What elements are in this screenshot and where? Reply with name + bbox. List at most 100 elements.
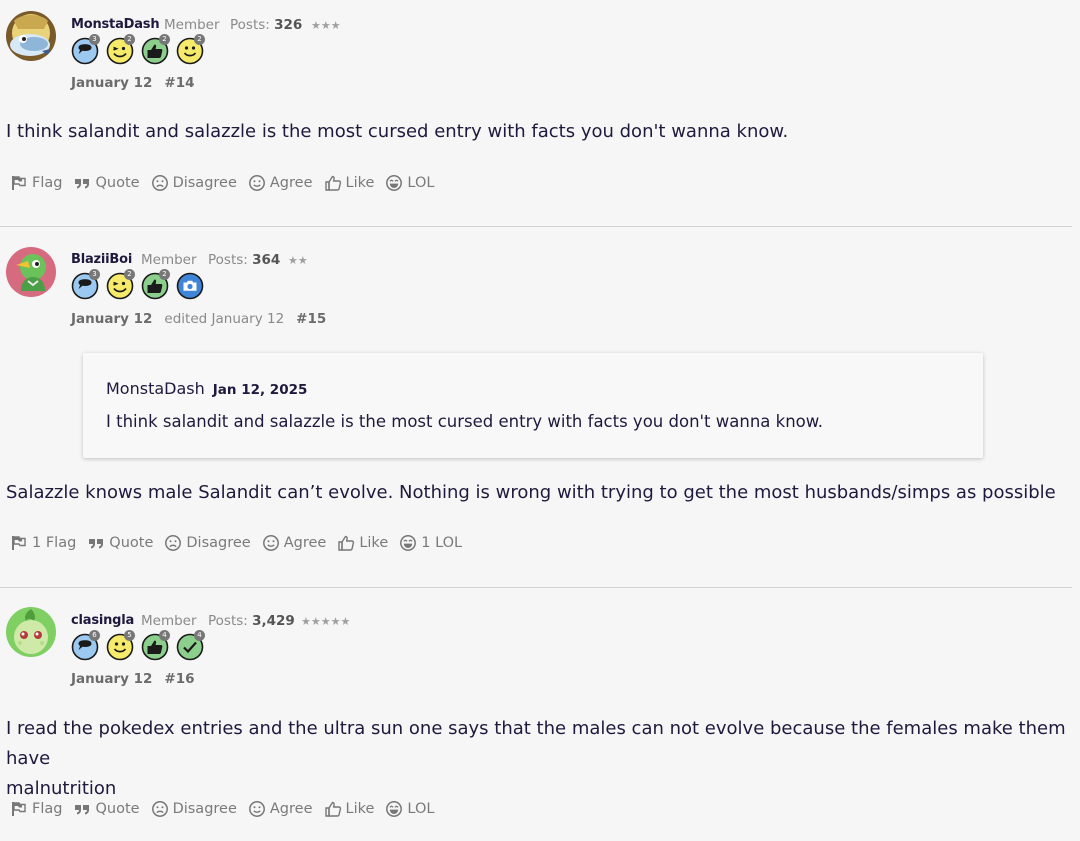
- post-15: BlaziiBoi Member Posts: 364 ★★ 3 2 2 Jan…: [0, 227, 1072, 587]
- quote-button[interactable]: Quote: [73, 174, 140, 192]
- flag-button[interactable]: 1 Flag: [10, 534, 76, 552]
- post-body-line: I read the pokedex entries and the ultra…: [6, 718, 1066, 769]
- comment-badge-icon[interactable]: 6: [71, 630, 100, 661]
- quote-author-name[interactable]: MonstaDash: [106, 379, 205, 398]
- smile-icon: [248, 800, 266, 818]
- badge-count: 3: [89, 269, 100, 280]
- quote-label: Quote: [95, 175, 140, 191]
- badge-count: 2: [124, 269, 135, 280]
- post-count-value: 326: [274, 17, 303, 33]
- user-role: Member: [141, 252, 197, 268]
- quote-label: Quote: [95, 801, 140, 817]
- avatar[interactable]: [6, 607, 56, 657]
- wink-badge-icon[interactable]: 2: [106, 269, 135, 300]
- thumbs-up-icon: [324, 174, 342, 192]
- post-count-caption: Posts:: [230, 17, 270, 33]
- post-meta: January 12 edited January 12 #15: [71, 311, 326, 327]
- quote-text: I think salandit and salazzle is the mos…: [106, 412, 823, 431]
- post-date[interactable]: January 12: [71, 311, 152, 327]
- avatar[interactable]: [6, 247, 56, 297]
- smile-badge-icon[interactable]: 5: [106, 630, 135, 661]
- rank-stars: ★★★: [311, 19, 341, 32]
- wink-badge-icon[interactable]: 2: [106, 34, 135, 65]
- quote-button[interactable]: Quote: [87, 534, 153, 552]
- thumbs-up-badge-icon[interactable]: 2: [141, 269, 170, 300]
- avatar[interactable]: [6, 11, 56, 61]
- badge-count: 3: [89, 34, 100, 45]
- username[interactable]: BlaziiBoi: [71, 252, 132, 267]
- lol-button[interactable]: 1 LOL: [399, 534, 462, 552]
- username[interactable]: clasingla: [71, 613, 134, 628]
- post-date[interactable]: January 12: [71, 671, 152, 687]
- post-14: MonstaDash Member Posts: 326 ★★★ 3 2 2 2…: [0, 0, 1072, 226]
- username[interactable]: MonstaDash: [71, 17, 160, 32]
- post-number[interactable]: #16: [164, 671, 194, 687]
- check-badge-icon[interactable]: 4: [176, 630, 205, 661]
- badge-count: 6: [89, 630, 100, 641]
- lol-button[interactable]: LOL: [385, 800, 434, 818]
- frown-icon: [151, 800, 169, 818]
- disagree-label: Disagree: [172, 801, 237, 817]
- like-button[interactable]: Like: [337, 534, 388, 552]
- rank-stars: ★★★★★: [301, 615, 351, 628]
- user-role: Member: [164, 17, 220, 33]
- reaction-bar: Flag Quote Disagree Agree Like LOL: [10, 800, 445, 818]
- flag-label: 1 Flag: [32, 535, 77, 551]
- like-button[interactable]: Like: [324, 800, 374, 818]
- lol-label: 1 LOL: [421, 535, 463, 551]
- disagree-button[interactable]: Disagree: [151, 800, 237, 818]
- post-count-caption: Posts:: [208, 252, 248, 268]
- flag-button[interactable]: Flag: [10, 174, 62, 192]
- lol-button[interactable]: LOL: [385, 174, 434, 192]
- flag-button[interactable]: Flag: [10, 800, 62, 818]
- smile-icon: [262, 534, 280, 552]
- thumbs-up-badge-icon[interactable]: 2: [141, 34, 170, 65]
- post-count-caption: Posts:: [208, 613, 248, 629]
- agree-label: Agree: [283, 535, 327, 551]
- laugh-icon: [385, 800, 403, 818]
- badge-row: 3 2 2: [71, 269, 204, 300]
- thumbs-up-badge-icon[interactable]: 4: [141, 630, 170, 661]
- smile-badge-icon[interactable]: 2: [176, 34, 205, 65]
- comment-badge-icon[interactable]: 3: [71, 34, 100, 65]
- badge-row: 3 2 2 2: [71, 34, 205, 65]
- user-role: Member: [141, 613, 197, 629]
- post-number[interactable]: #15: [296, 311, 326, 327]
- badge-count: 2: [194, 34, 205, 45]
- avatar-blaziiboi-icon: [6, 247, 56, 297]
- smile-icon: [248, 174, 266, 192]
- disagree-button[interactable]: Disagree: [164, 534, 251, 552]
- reaction-bar: Flag Quote Disagree Agree Like LOL: [10, 174, 445, 192]
- post-16: clasingla Member Posts: 3,429 ★★★★★ 6 5 …: [0, 588, 1072, 841]
- post-number[interactable]: #14: [164, 75, 194, 91]
- like-button[interactable]: Like: [324, 174, 374, 192]
- laugh-icon: [385, 174, 403, 192]
- badge-count: 2: [124, 34, 135, 45]
- lol-label: LOL: [407, 801, 435, 817]
- edited-note: edited January 12: [164, 311, 285, 327]
- badge-count: 4: [159, 630, 170, 641]
- quote-button[interactable]: Quote: [73, 800, 140, 818]
- camera-badge-icon[interactable]: [176, 272, 204, 300]
- agree-button[interactable]: Agree: [262, 534, 327, 552]
- post-count-value: 364: [252, 252, 281, 268]
- frown-icon: [164, 534, 182, 552]
- flag-label: Flag: [32, 801, 63, 817]
- post-meta: January 12 #16: [71, 671, 195, 687]
- reaction-bar: 1 Flag Quote Disagree Agree Like 1 LOL: [10, 534, 473, 552]
- like-label: Like: [359, 535, 389, 551]
- flag-icon: [10, 534, 28, 552]
- flag-icon: [10, 800, 28, 818]
- post-date[interactable]: January 12: [71, 75, 152, 91]
- thumbs-up-icon: [337, 534, 355, 552]
- post-body: I read the pokedex entries and the ultra…: [6, 714, 1066, 804]
- quote-icon: [73, 800, 91, 818]
- agree-button[interactable]: Agree: [248, 174, 313, 192]
- comment-badge-icon[interactable]: 3: [71, 269, 100, 300]
- agree-label: Agree: [269, 175, 313, 191]
- agree-button[interactable]: Agree: [248, 800, 313, 818]
- disagree-button[interactable]: Disagree: [151, 174, 237, 192]
- quote-block: MonstaDash Jan 12, 2025 I think salandit …: [83, 353, 983, 458]
- quote-date[interactable]: Jan 12, 2025: [213, 382, 308, 398]
- avatar-monstadash-icon: [6, 11, 56, 61]
